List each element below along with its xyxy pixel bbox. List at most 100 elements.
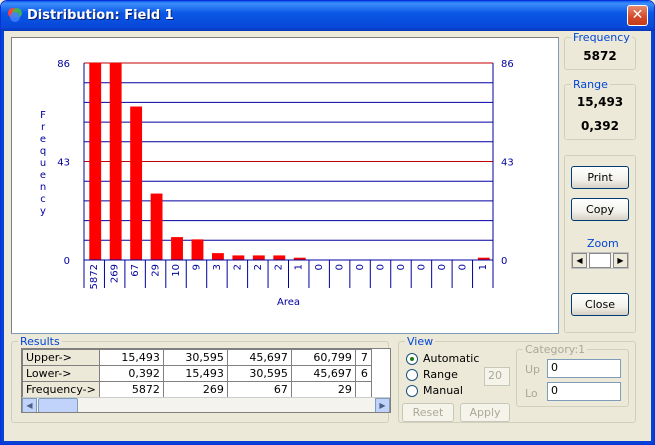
bar (171, 237, 183, 260)
table-cell[interactable]: 269 (162, 381, 228, 398)
title-bar[interactable]: Distribution: Field 1 ✕ (1, 1, 654, 31)
x-tick-label: 0 (314, 264, 325, 270)
distribution-window: Distribution: Field 1 ✕ 0 0 43 43 86 86 Fr e q u e… (0, 0, 655, 445)
x-tick-label: 269 (110, 264, 121, 283)
y-tick-label-left: 86 (57, 59, 70, 70)
histogram-chart: 0 043 4386 86F r e q u e n c y5872 269 67 29 10 9 3 2 2 2 1 0 0… (40, 59, 514, 308)
view-group-label: View (407, 335, 434, 348)
x-tick-label: 0 (457, 264, 468, 270)
bar (232, 255, 245, 260)
results-group-label: Results (20, 335, 60, 348)
view-range-label: Range (423, 368, 458, 381)
y-tick-label-right: 86 (501, 59, 514, 70)
category-up-input[interactable]: 0 (547, 359, 621, 378)
window-frame-bottom (1, 441, 654, 444)
table-cell[interactable] (354, 381, 372, 398)
bar (191, 239, 204, 260)
x-tick-label: 1 (478, 264, 489, 270)
view-manual-radio[interactable]: Manual (406, 384, 463, 397)
view-automatic-radio[interactable]: Automatic (406, 352, 479, 365)
x-tick-label: 2 (273, 264, 284, 270)
x-tick-label: 0 (335, 264, 346, 270)
x-tick-label: 2 (253, 264, 264, 270)
bar (211, 253, 224, 260)
radio-selected-icon (406, 352, 418, 365)
frequency-group-label: Frequency (573, 31, 630, 44)
category-group-label: Category:1 (525, 343, 586, 356)
x-tick-label: 1 (294, 264, 305, 270)
scroll-thumb[interactable] (38, 398, 78, 412)
table-cell[interactable]: 6 (354, 365, 372, 382)
zoom-right-arrow-icon[interactable]: ▶ (613, 253, 628, 268)
bar (89, 63, 102, 260)
zoom-label: Zoom (587, 237, 619, 250)
x-tick-label: 5872 (89, 264, 100, 289)
view-range-radio[interactable]: Range (406, 368, 458, 381)
window-frame-right (651, 31, 654, 444)
table-cell[interactable]: 67 (226, 381, 292, 398)
zoom-slider[interactable]: ◀ ▶ (571, 252, 629, 269)
range-group: Range 15,493 0,392 (564, 78, 636, 140)
table-cell[interactable]: 5872 (98, 381, 164, 398)
x-tick-label: 10 (171, 264, 182, 277)
table-cell[interactable]: 30,595 (226, 365, 292, 382)
frequency-group: Frequency 5872 (564, 31, 636, 70)
x-tick-label: 2 (232, 264, 243, 270)
x-tick-label: 0 (376, 264, 387, 270)
bar (109, 63, 122, 260)
table-cell[interactable]: 30,595 (162, 349, 228, 366)
zoom-slider-thumb[interactable] (589, 253, 611, 268)
results-table: Upper-> 15,493 30,595 45,697 60,799 7 Lower-> 0… (22, 349, 372, 398)
radio-unselected-icon (406, 368, 418, 381)
view-manual-label: Manual (423, 384, 463, 397)
range-group-label: Range (573, 78, 608, 91)
reset-button[interactable]: Reset (402, 403, 454, 422)
table-cell[interactable]: 15,493 (98, 349, 164, 366)
table-cell[interactable]: 45,697 (226, 349, 292, 366)
chart-panel: 0 0 43 43 86 86 Fr e q u e n c y 5872 269 67 29 10 9 3 2 2 2 1 0 0… (11, 37, 559, 334)
print-button[interactable]: Print (571, 166, 629, 189)
y-tick-label-left: 0 (64, 256, 70, 267)
window-close-button[interactable]: ✕ (627, 5, 648, 26)
x-tick-label: 9 (191, 264, 202, 270)
x-tick-label: 0 (437, 264, 448, 270)
copy-button[interactable]: Copy (571, 198, 629, 221)
app-icon (8, 8, 22, 22)
window-frame-left (1, 31, 4, 444)
x-tick-label: 0 (355, 264, 366, 270)
bar (273, 255, 286, 260)
table-cell[interactable]: 0,392 (98, 365, 164, 382)
table-cell[interactable]: 45,697 (290, 365, 356, 382)
x-tick-label: 29 (151, 264, 162, 277)
category-lo-input[interactable]: 0 (547, 382, 621, 401)
category-up-label: Up (525, 363, 541, 376)
bar (130, 106, 143, 260)
results-horizontal-scrollbar[interactable]: ◀ ▶ (22, 397, 390, 412)
table-cell[interactable]: 7 (354, 349, 372, 366)
x-tick-label: 0 (416, 264, 427, 270)
results-grid[interactable]: Upper-> 15,493 30,595 45,697 60,799 7 Lower-> 0… (21, 348, 391, 413)
y-tick-label-left: 43 (57, 158, 70, 169)
apply-button[interactable]: Apply (460, 403, 510, 422)
scroll-left-arrow-icon[interactable]: ◀ (22, 398, 37, 412)
table-cell[interactable]: 60,799 (290, 349, 356, 366)
row-header: Upper-> (22, 349, 100, 366)
scroll-right-arrow-icon[interactable]: ▶ (375, 398, 390, 412)
view-automatic-label: Automatic (423, 352, 480, 365)
category-lo-label: Lo (525, 387, 538, 400)
range-upper-value: 15,493 (576, 95, 624, 109)
zoom-left-arrow-icon[interactable]: ◀ (572, 253, 587, 268)
row-header: Frequency-> (22, 381, 100, 398)
close-icon: ✕ (631, 7, 644, 23)
x-tick-label: 67 (130, 264, 141, 277)
x-tick-label: 0 (396, 264, 407, 270)
close-button[interactable]: Close (571, 293, 629, 316)
radio-unselected-icon (406, 384, 418, 397)
table-cell[interactable]: 15,493 (162, 365, 228, 382)
y-axis-label: Frequency (40, 110, 46, 217)
x-axis-label: Area (277, 297, 300, 308)
range-count-input[interactable]: 20 (484, 367, 510, 386)
table-row: Upper-> 15,493 30,595 45,697 60,799 7 (22, 349, 372, 366)
table-cell[interactable]: 29 (290, 381, 356, 398)
bar (150, 193, 163, 260)
